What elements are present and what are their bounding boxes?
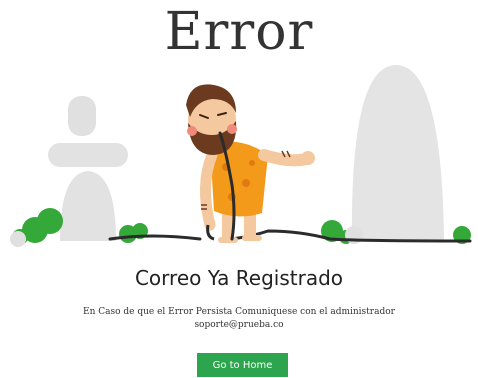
- right-rock: [351, 65, 444, 241]
- error-title: Error: [164, 2, 314, 62]
- caveman: [186, 84, 315, 243]
- go-to-home-button[interactable]: Go to Home: [197, 353, 288, 377]
- caveman-illustration: [0, 65, 478, 250]
- error-message: En Caso de que el Error Persista Comuniq…: [0, 306, 478, 332]
- error-message-line: En Caso de que el Error Persista Comuniq…: [83, 307, 395, 317]
- support-email: soporte@prueba.co: [194, 320, 284, 330]
- error-heading: Correo Ya Registrado: [134, 266, 344, 290]
